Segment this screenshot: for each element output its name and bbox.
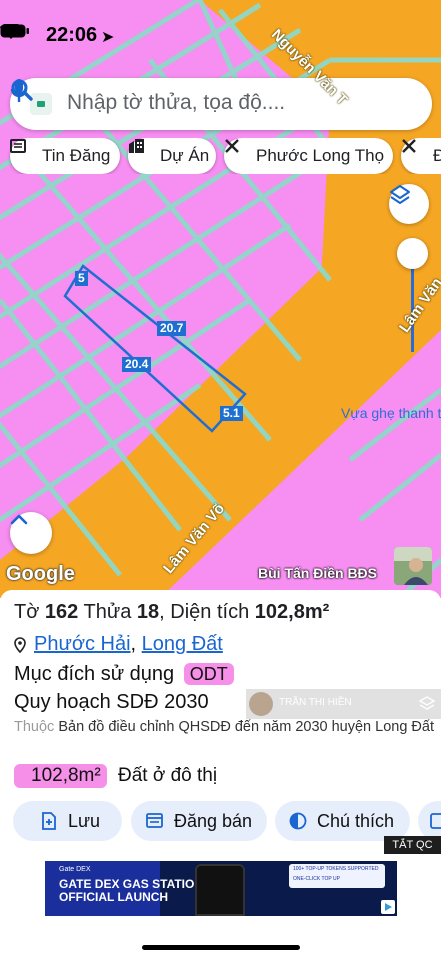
ad-phone-image bbox=[195, 864, 245, 916]
watermark-overlay: TRẦN THỊ HIỀN bbox=[246, 689, 441, 719]
more-actions-button[interactable] bbox=[418, 801, 441, 841]
expand-sheet-button[interactable] bbox=[10, 512, 52, 554]
ward-link[interactable]: Phước Hải bbox=[34, 633, 131, 655]
action-bar: Lưu Đăng bán Chú thích bbox=[0, 801, 441, 841]
opacity-slider-knob[interactable] bbox=[397, 238, 428, 269]
map-view[interactable]: 22:06 ➤ Nhập tờ thửa, tọa độ.... Tin Đăn… bbox=[0, 0, 441, 598]
clock: 22:06 bbox=[46, 24, 98, 46]
tools-cross-icon bbox=[225, 139, 239, 153]
legend-button[interactable]: Chú thích bbox=[275, 801, 410, 841]
status-bar: 22:06 ➤ bbox=[0, 24, 441, 50]
chevron-up-icon bbox=[10, 514, 28, 525]
parcel-title: Tờ 162 Thửa 18, Diện tích 102,8m² bbox=[14, 601, 330, 623]
layers-icon bbox=[390, 185, 410, 204]
plan-title: Quy hoạch SDĐ 2030 bbox=[14, 691, 209, 713]
more-icon bbox=[430, 813, 441, 829]
purpose-code-badge: ODT bbox=[183, 663, 234, 685]
chip-du-an[interactable]: Dự Án bbox=[128, 138, 216, 174]
plot-dimension-label: 5 bbox=[75, 271, 88, 286]
newspaper-icon bbox=[10, 139, 26, 153]
buildings-icon bbox=[129, 139, 144, 153]
avatar bbox=[249, 692, 273, 716]
layers-button[interactable] bbox=[389, 184, 429, 224]
area-badge: 102,8m² bbox=[14, 764, 107, 788]
google-attribution: Google bbox=[6, 563, 75, 585]
tools-cross-icon bbox=[402, 139, 416, 153]
search-input[interactable]: Nhập tờ thửa, tọa độ.... bbox=[67, 91, 285, 115]
avatar-image bbox=[394, 547, 432, 585]
listing-icon bbox=[146, 813, 163, 828]
post-listing-button[interactable]: Đăng bán bbox=[131, 801, 267, 841]
location-pin-icon bbox=[14, 637, 26, 653]
filter-chips: Tin Đăng Dự Án Phước Long Thọ Đ bbox=[0, 138, 441, 174]
ad-brand: Gate DEX bbox=[59, 866, 91, 873]
chip-more[interactable]: Đ bbox=[401, 138, 441, 174]
ad-headline: GATE DEX GAS STATION OFFICIAL LAUNCH bbox=[59, 877, 204, 904]
battery-icon bbox=[0, 24, 29, 38]
layers-icon bbox=[419, 696, 435, 710]
chip-tin-dang[interactable]: Tin Đăng bbox=[10, 138, 120, 174]
save-button[interactable]: Lưu bbox=[13, 801, 122, 841]
plot-dimension-label: 20.4 bbox=[122, 357, 152, 372]
ad-choices-icon[interactable] bbox=[381, 900, 395, 914]
plot-dimension-label: 5.1 bbox=[220, 406, 243, 421]
close-ad-button[interactable]: TẮT QC bbox=[384, 836, 441, 854]
ad-info-panel: 100+ TOP-UP TOKENS SUPPORTED ONE-CLICK T… bbox=[289, 864, 385, 888]
land-type-row: 102,8m² Đất ở đô thị bbox=[14, 764, 217, 788]
location-arrow-icon: ➤ bbox=[101, 29, 115, 46]
save-add-icon bbox=[42, 812, 56, 830]
district-link[interactable]: Long Đất bbox=[142, 633, 223, 655]
ad-banner[interactable]: Gate DEX GATE DEX GAS STATION OFFICIAL L… bbox=[45, 861, 397, 916]
contrast-icon bbox=[289, 812, 307, 830]
plan-source: Thuộc Bản đồ điều chỉnh QHSDĐ đến năm 20… bbox=[14, 719, 434, 735]
search-bar[interactable]: Nhập tờ thửa, tọa độ.... bbox=[10, 78, 432, 130]
owner-name: Bùi Tấn Điền BĐS bbox=[258, 565, 378, 581]
poi-label[interactable]: Vựa ghẹ thanh t bbox=[341, 405, 441, 421]
home-indicator[interactable] bbox=[142, 945, 300, 950]
land-use-purpose: Mục đích sử dụng ODT bbox=[14, 663, 234, 686]
microphone-icon[interactable] bbox=[10, 78, 28, 104]
plot-dimension-label: 20.7 bbox=[157, 321, 187, 336]
avatar[interactable] bbox=[394, 547, 432, 585]
chip-phuoc-long-tho[interactable]: Phước Long Thọ bbox=[224, 138, 393, 174]
watermark-name: TRẦN THỊ HIỀN bbox=[279, 697, 352, 708]
parcel-location: Phước Hải, Long Đất bbox=[14, 633, 223, 656]
